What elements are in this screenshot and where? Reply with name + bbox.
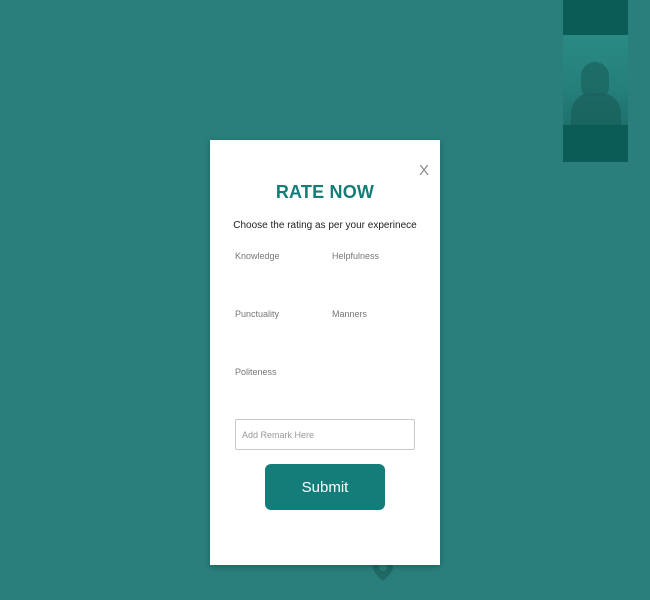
participant-head <box>581 62 609 96</box>
modal-title: RATE NOW <box>275 182 375 202</box>
participant-video-tile[interactable] <box>563 0 628 162</box>
criterion-manners: Manners <box>332 309 368 319</box>
criterion-knowledge: Knowledge <box>235 251 280 261</box>
submit-button[interactable]: Submit <box>265 464 385 510</box>
criterion-punctuality: Punctuality <box>235 309 280 319</box>
modal-subtitle: Choose the rating as per your experinece <box>233 220 417 231</box>
close-icon[interactable]: X <box>417 162 431 180</box>
criterion-politeness: Politeness <box>235 367 277 377</box>
participant-shoulders <box>571 93 621 125</box>
rating-modal: X RATE NOW Choose the rating as per your… <box>210 140 440 565</box>
criterion-helpfulness: Helpfulness <box>332 251 380 261</box>
remark-input[interactable] <box>235 419 415 450</box>
video-frame <box>563 35 628 125</box>
